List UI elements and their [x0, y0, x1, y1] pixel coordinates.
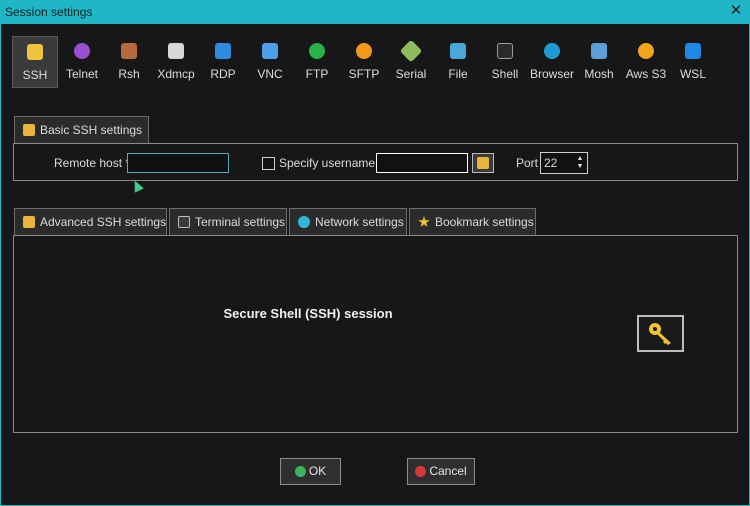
cancel-button[interactable]: Cancel [407, 458, 475, 485]
vnc-icon [262, 43, 278, 59]
key-icon [649, 323, 671, 345]
tab-label: Terminal settings [195, 215, 286, 229]
port-value: 22 [544, 156, 558, 170]
session-type-ftp[interactable]: FTP [294, 36, 340, 88]
cancel-icon [415, 466, 427, 477]
remote-host-label: Remote host * [54, 156, 131, 170]
spin-down-icon[interactable]: ▼ [576, 163, 584, 171]
session-type-serial[interactable]: Serial [388, 36, 434, 88]
tab-advanced-ssh-settings[interactable]: Advanced SSH settings [14, 208, 167, 236]
tab-basic-ssh-settings[interactable]: Basic SSH settings [14, 116, 149, 144]
browser-icon [544, 43, 560, 59]
window-title: Session settings [5, 5, 93, 19]
session-type-file[interactable]: File [435, 36, 481, 88]
tab-label: Bookmark settings [435, 215, 534, 229]
username-input[interactable] [376, 153, 468, 173]
ssh-key-icon [23, 124, 35, 136]
close-icon[interactable]: ✕ [728, 2, 744, 20]
specify-username-checkbox[interactable] [262, 157, 275, 170]
user-icon [477, 157, 489, 169]
session-type-label: SFTP [348, 67, 380, 81]
tab-label: Advanced SSH settings [40, 215, 167, 229]
session-type-rdp[interactable]: RDP [200, 36, 246, 88]
port-spinbox[interactable]: 22 ▲ ▼ [540, 152, 588, 174]
port-label: Port [516, 156, 539, 170]
terminal-settings-icon [178, 216, 190, 228]
session-type-aws-s3[interactable]: Aws S3 [623, 36, 669, 88]
session-type-ssh[interactable]: SSH [12, 36, 58, 88]
xdmcp-icon [168, 43, 184, 59]
session-type-label: Xdmcp [157, 67, 195, 81]
session-type-label: Rsh [118, 67, 140, 81]
session-type-label: Telnet [65, 67, 99, 81]
tab-label: Network settings [315, 215, 404, 229]
session-type-telnet[interactable]: Telnet [59, 36, 105, 88]
session-type-label: Serial [395, 67, 427, 81]
user-picker-button[interactable] [472, 153, 494, 173]
session-type-label: WSL [679, 67, 706, 81]
settings-panel [13, 235, 738, 433]
serial-icon [399, 39, 423, 63]
ssh-key-button[interactable] [637, 315, 684, 352]
mosh-icon [591, 43, 607, 59]
session-type-browser[interactable]: Browser [529, 36, 575, 88]
rsh-icon [121, 43, 137, 59]
title-bar: Session settings ✕ [0, 0, 750, 24]
session-type-rsh[interactable]: Rsh [106, 36, 152, 88]
ssh-key-icon [27, 44, 43, 60]
session-type-wsl[interactable]: WSL [670, 36, 716, 88]
session-type-label: Aws S3 [625, 67, 667, 81]
rdp-icon [215, 43, 231, 59]
session-type-label: Browser [529, 67, 574, 81]
session-type-label: SSH [22, 68, 48, 82]
spin-up-icon[interactable]: ▲ [576, 155, 584, 163]
sftp-icon [356, 43, 372, 59]
check-icon [294, 466, 306, 477]
remote-host-input[interactable] [127, 153, 229, 173]
cancel-label: Cancel [429, 464, 467, 478]
tab-label: Basic SSH settings [40, 123, 143, 137]
session-type-label: Mosh [584, 67, 614, 81]
session-type-label: Shell [491, 67, 519, 81]
tab-bookmark-settings[interactable]: Bookmark settings [409, 208, 536, 236]
tab-terminal-settings[interactable]: Terminal settings [169, 208, 287, 236]
aws-s3-icon [638, 43, 654, 59]
session-type-vnc[interactable]: VNC [247, 36, 293, 88]
telnet-icon [74, 43, 90, 59]
session-type-label: RDP [210, 67, 236, 81]
session-type-xdmcp[interactable]: Xdmcp [153, 36, 199, 88]
session-type-sftp[interactable]: SFTP [341, 36, 387, 88]
wsl-icon [685, 43, 701, 59]
tab-network-settings[interactable]: Network settings [289, 208, 407, 236]
network-icon [298, 216, 310, 228]
shell-icon [497, 43, 513, 59]
ok-label: OK [308, 464, 327, 478]
session-description: Secure Shell (SSH) session [223, 306, 393, 321]
ok-button[interactable]: OK [280, 458, 341, 485]
session-type-label: FTP [305, 67, 329, 81]
ftp-icon [309, 43, 325, 59]
specify-username-label: Specify username [279, 156, 376, 170]
session-type-mosh[interactable]: Mosh [576, 36, 622, 88]
session-type-label: File [448, 67, 468, 81]
session-type-shell[interactable]: Shell [482, 36, 528, 88]
wrench-icon [23, 216, 35, 228]
file-icon [450, 43, 466, 59]
session-type-toolbar: SSH Telnet Rsh Xdmcp RDP VNC FTP SFTP Se… [12, 36, 717, 90]
session-type-label: VNC [257, 67, 283, 81]
star-icon [418, 216, 430, 227]
